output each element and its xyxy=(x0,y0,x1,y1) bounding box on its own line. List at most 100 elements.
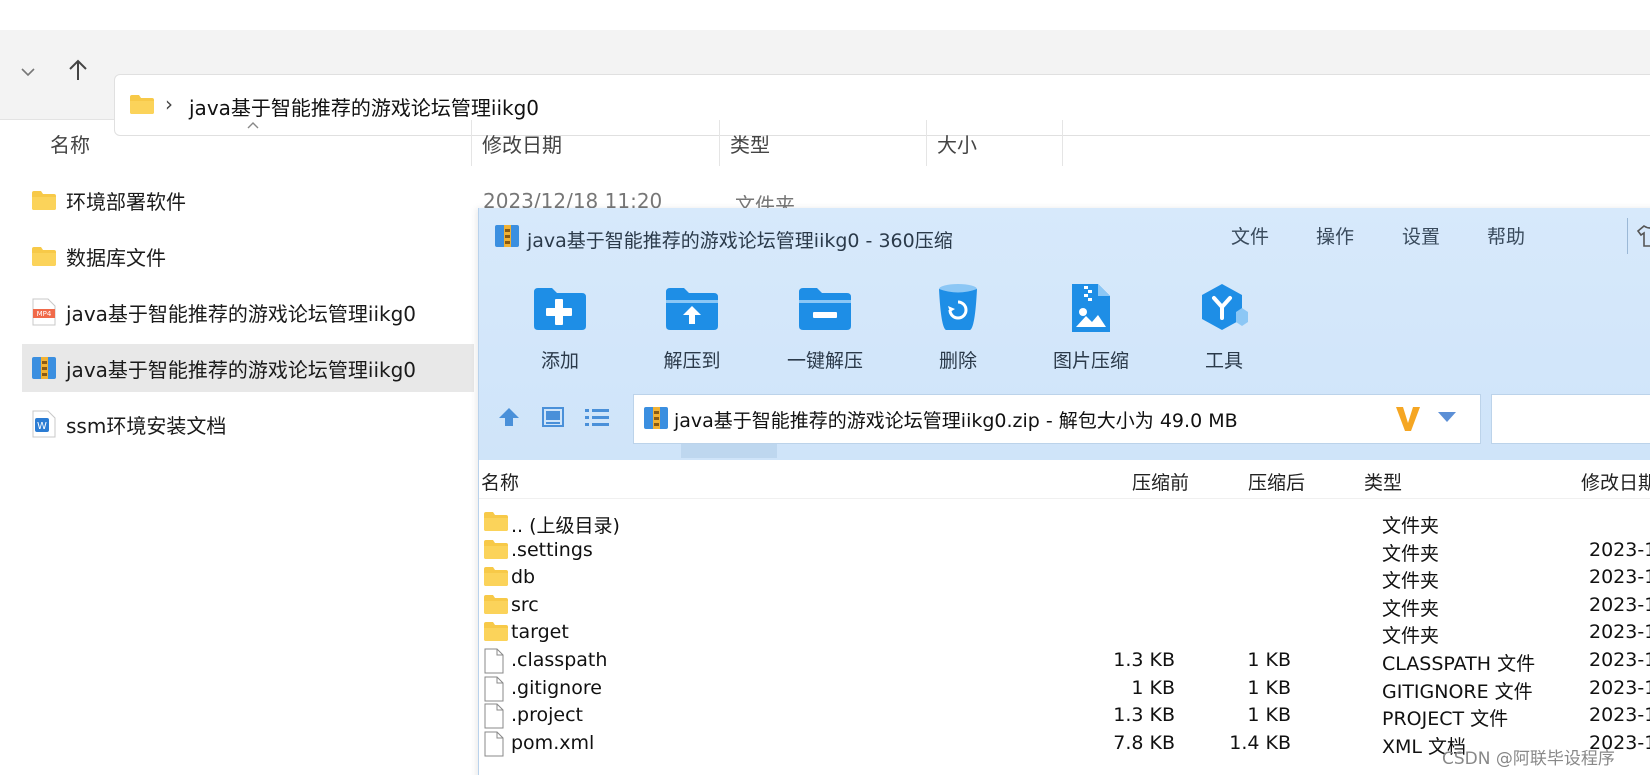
file-row-selected[interactable]: java基于智能推荐的游戏论坛管理iikg0 xyxy=(22,344,474,392)
file-name: java基于智能推荐的游戏论坛管理iikg0 xyxy=(66,301,417,326)
column-header-name[interactable]: 名称 xyxy=(40,120,472,166)
zip-column-header-modified[interactable]: 修改日期 xyxy=(1581,468,1650,495)
zip-list-row[interactable]: .settings 文件夹 2023-1 xyxy=(479,536,1650,565)
zip-row-before-size: 1.3 KB xyxy=(1113,704,1175,727)
zip-row-type: PROJECT 文件 xyxy=(1382,708,1509,731)
zip-row-type: CLASSPATH 文件 xyxy=(1382,653,1536,675)
zip-list-row[interactable]: src 文件夹 2023-1 xyxy=(479,591,1650,620)
menu-help[interactable]: 帮助 xyxy=(1487,222,1525,249)
toolbar-add-button[interactable]: 添加 xyxy=(505,280,615,376)
archive-path-field[interactable]: java基于智能推荐的游戏论坛管理iikg0.zip - 解包大小为 49.0 … xyxy=(633,394,1481,444)
zip-row-before-size: 1.3 KB xyxy=(1113,649,1175,671)
column-header-modified[interactable]: 修改日期 xyxy=(472,120,720,166)
svg-text:MP4: MP4 xyxy=(37,310,52,318)
zip-row-date: 2023-1 xyxy=(1589,649,1650,671)
mp4-file-icon: MP4 xyxy=(30,298,58,326)
zip-list-row[interactable]: .classpath 1.3 KB 1 KB CLASSPATH 文件 2023-1 xyxy=(479,646,1650,675)
zip-column-header-before[interactable]: 压缩前 xyxy=(1132,468,1189,495)
skin-shirt-icon[interactable] xyxy=(1627,218,1650,254)
folder-icon xyxy=(483,593,509,617)
zip-column-header-name[interactable]: 名称 xyxy=(481,468,519,495)
extract-to-icon xyxy=(662,280,722,336)
zip-row-type: 文件夹 xyxy=(1382,597,1440,620)
file-icon xyxy=(483,731,509,757)
file-row[interactable]: W ssm环境安装文档 xyxy=(22,400,474,448)
toolbar-image-compress-button[interactable]: 图片压缩 xyxy=(1036,280,1146,376)
toolbar-delete-button[interactable]: 删除 xyxy=(903,280,1013,376)
list-view-icon[interactable] xyxy=(581,402,613,432)
explorer-nav-bar: › java基于智能推荐的游戏论坛管理iikg0 xyxy=(0,30,1650,136)
file-icon xyxy=(483,648,509,674)
zip-list-row[interactable]: .project 1.3 KB 1 KB PROJECT 文件 2023-1 xyxy=(479,701,1650,730)
watermark: CSDN @阿联毕设程序 xyxy=(1442,749,1615,769)
folder-icon xyxy=(129,93,155,119)
file-name: java基于智能推荐的游戏论坛管理iikg0 xyxy=(66,357,417,382)
header-divider xyxy=(479,498,1650,499)
breadcrumb-separator: › xyxy=(165,92,173,116)
up-arrow-icon[interactable] xyxy=(60,52,96,88)
vip-v-icon[interactable] xyxy=(1394,403,1422,439)
zip-window-title: java基于智能推荐的游戏论坛管理iikg0 - 360压缩 xyxy=(527,230,953,252)
zip-row-date: 2023-1 xyxy=(1589,676,1650,699)
toolbar-tools-button[interactable]: 工具 xyxy=(1169,280,1279,376)
thumbnail-view-icon[interactable] xyxy=(537,402,569,432)
folder-icon xyxy=(30,186,58,214)
zip-row-date: 2023-1 xyxy=(1589,593,1650,616)
recent-locations-chevron-down-icon[interactable] xyxy=(10,54,46,90)
file-name: 数据库文件 xyxy=(66,245,166,270)
zip-row-name: db xyxy=(511,566,536,589)
zip-row-date: 2023-1 xyxy=(1589,704,1650,727)
folder-icon xyxy=(483,565,509,589)
zip-row-after-size: 1 KB xyxy=(1247,676,1291,699)
word-doc-icon: W xyxy=(30,410,58,438)
path-underline xyxy=(681,444,777,458)
up-level-arrow-icon[interactable] xyxy=(493,402,525,432)
zip-row-before-size: 1 KB xyxy=(1131,676,1175,699)
tools-icon xyxy=(1194,280,1254,336)
menu-settings[interactable]: 设置 xyxy=(1402,222,1440,249)
menu-file[interactable]: 文件 xyxy=(1231,222,1269,249)
zip-list-row[interactable]: .. (上级目录) 文件夹 xyxy=(479,508,1650,537)
zip-window: java基于智能推荐的游戏论坛管理iikg0 - 360压缩 文件 操作 设置 … xyxy=(478,208,1650,775)
zip-row-after-size: 1 KB xyxy=(1247,704,1291,727)
toolbar-one-click-extract-button[interactable]: 一键解压 xyxy=(770,280,880,376)
zip-archive-icon xyxy=(493,223,521,253)
zip-column-header-type[interactable]: 类型 xyxy=(1364,468,1402,495)
zip-row-after-size: 1 KB xyxy=(1247,649,1291,671)
image-compress-icon xyxy=(1061,280,1121,336)
folder-icon xyxy=(483,620,509,644)
menu-operate[interactable]: 操作 xyxy=(1316,222,1354,249)
zip-row-name: target xyxy=(511,621,569,644)
file-name: 环境部署软件 xyxy=(66,189,186,214)
zip-row-name: src xyxy=(511,593,539,616)
zip-row-date: 2023-1 xyxy=(1589,621,1650,644)
zip-row-name: pom.xml xyxy=(511,731,595,754)
zip-archive-icon xyxy=(30,354,58,382)
breadcrumb-current[interactable]: java基于智能推荐的游戏论坛管理iikg0 xyxy=(189,92,539,121)
folder-icon xyxy=(483,510,509,534)
svg-text:W: W xyxy=(37,421,47,432)
path-dropdown-icon[interactable] xyxy=(1436,409,1458,428)
zip-row-name: .. (上级目录) xyxy=(511,515,620,537)
zip-list-row[interactable]: .gitignore 1 KB 1 KB GITIGNORE 文件 2023-1 xyxy=(479,674,1650,703)
archive-search-input[interactable] xyxy=(1491,394,1650,444)
zip-row-name: .settings xyxy=(511,538,593,561)
zip-row-name: .classpath xyxy=(511,649,608,671)
zip-row-name: .gitignore xyxy=(511,676,602,699)
file-icon xyxy=(483,676,509,702)
zip-archive-icon xyxy=(642,404,670,436)
zip-column-header-after[interactable]: 压缩后 xyxy=(1248,468,1305,495)
recycle-bin-icon xyxy=(928,280,988,336)
zip-list-row[interactable]: target 文件夹 2023-1 xyxy=(479,618,1650,647)
zip-row-type: 文件夹 xyxy=(1382,542,1440,565)
zip-row-before-size: 7.8 KB xyxy=(1113,731,1175,754)
file-row[interactable]: 环境部署软件 xyxy=(22,176,474,224)
folder-icon xyxy=(483,538,509,562)
column-header-type[interactable]: 类型 xyxy=(720,120,927,166)
zip-row-type: 文件夹 xyxy=(1382,625,1440,648)
file-row[interactable]: MP4 java基于智能推荐的游戏论坛管理iikg0 xyxy=(22,288,474,336)
toolbar-extract-to-button[interactable]: 解压到 xyxy=(637,280,747,376)
zip-list-row[interactable]: db 文件夹 2023-1 xyxy=(479,563,1650,592)
column-header-size[interactable]: 大小 xyxy=(927,120,1063,166)
file-row[interactable]: 数据库文件 xyxy=(22,232,474,280)
